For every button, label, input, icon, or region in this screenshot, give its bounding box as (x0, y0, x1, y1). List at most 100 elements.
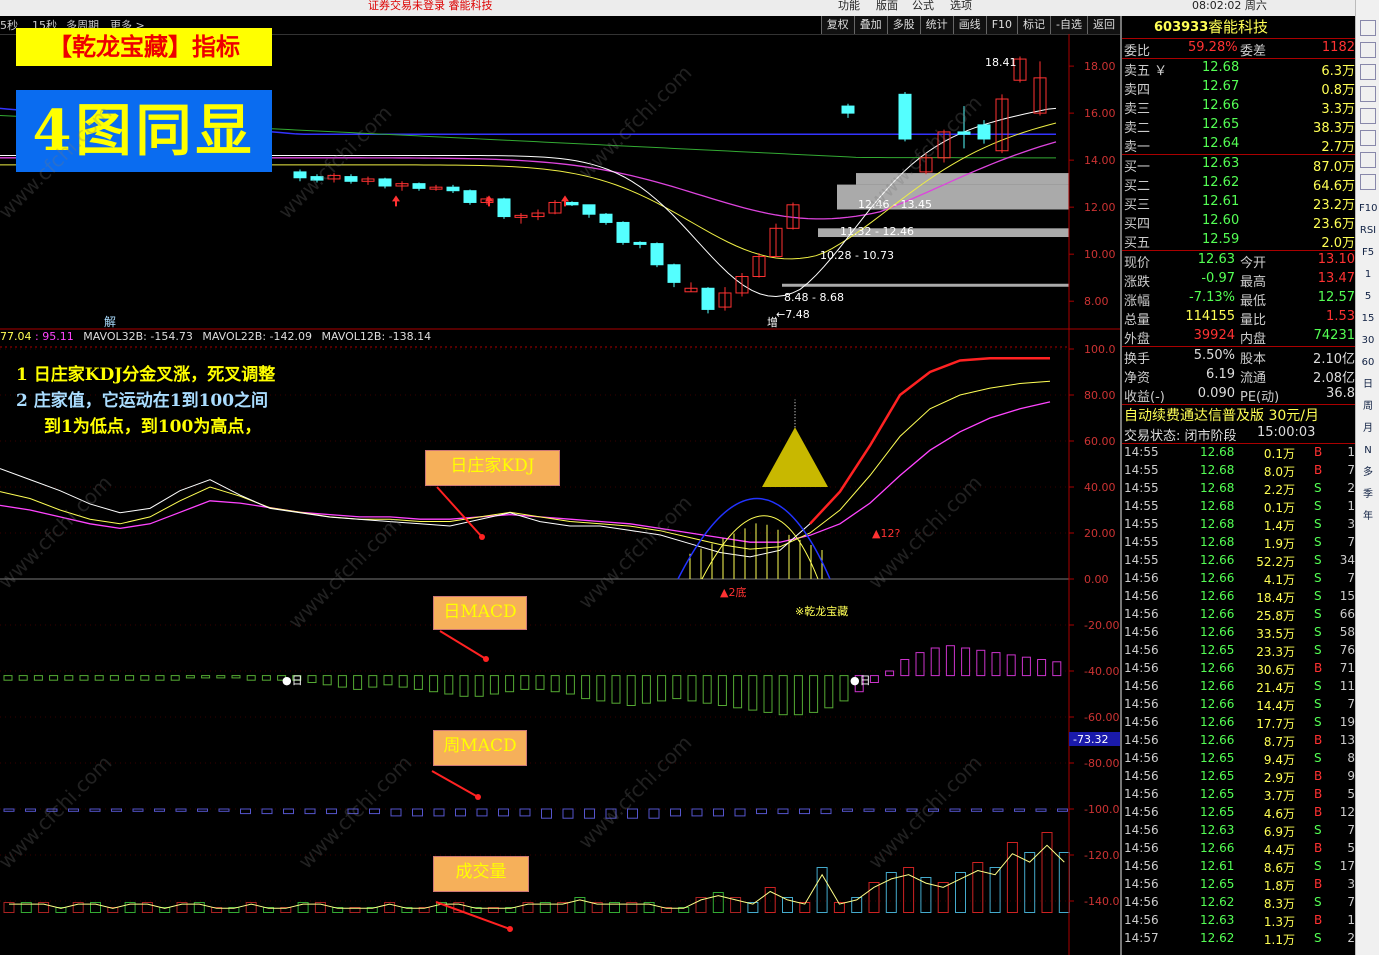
bid-row[interactable]: 买二 12.62 64.6万 (1122, 174, 1357, 194)
tick-row[interactable]: 14:56 12.66 17.7万 S 19 (1122, 714, 1357, 732)
quote-row[interactable]: 涨幅 -7.13% 最低 12.57 (1122, 289, 1357, 309)
side-tool-2[interactable]: F5 (1359, 244, 1377, 262)
tick-row[interactable]: 14:56 12.66 30.6万 B 71 (1122, 660, 1357, 678)
side-tool-9[interactable]: 周 (1359, 398, 1377, 416)
tick-row[interactable]: 14:56 12.66 18.4万 S 15 (1122, 588, 1357, 606)
side-tool-6[interactable]: 30 (1359, 332, 1377, 350)
tick-row[interactable]: 14:55 12.68 2.2万 S 2 (1122, 480, 1357, 498)
tool-overlay[interactable]: 叠加 (853, 16, 887, 34)
ask-row[interactable]: 卖五 ￥ 12.68 6.3万 (1122, 59, 1357, 79)
tick-row[interactable]: 14:56 12.66 8.7万 B 13 (1122, 732, 1357, 750)
side-tool-3[interactable]: 1 (1359, 266, 1377, 284)
tick-row[interactable]: 14:55 12.68 8.0万 B 7 (1122, 462, 1357, 480)
weekly-macd-bar (369, 808, 380, 815)
stock-chart[interactable]: 18.00 16.00 14.00 12.00 10.00 8.00 100.0 80.00 6… (0, 34, 1120, 955)
bid-row[interactable]: 买一 12.63 87.0万 (1122, 155, 1357, 175)
weekly-macd-bar (498, 808, 509, 817)
support-resistance-boxes (782, 173, 1069, 287)
menu-options[interactable]: 选项 (950, 0, 972, 13)
side-tool-13[interactable]: 季 (1359, 486, 1377, 504)
tool-remove-watchlist[interactable]: -自选 (1050, 16, 1087, 34)
tick-list[interactable]: 14:55 12.68 0.1万 B 1 14:55 12.68 8.0万 B 7 14:55 12.… (1122, 444, 1357, 948)
tick-row[interactable]: 14:55 12.68 1.9万 S 7 (1122, 534, 1357, 552)
fund-row[interactable]: 净资 6.19 流通 2.08亿 (1122, 366, 1357, 386)
quote-value: 39924 (1193, 328, 1235, 343)
side-tool-11[interactable]: N (1359, 442, 1377, 460)
quote-row[interactable]: 总量 114155 量比 1.53 (1122, 308, 1357, 328)
side-tool-10[interactable]: 月 (1359, 420, 1377, 438)
fund-row[interactable]: 收益(-) 0.090 PE(动) 36.8 (1122, 385, 1357, 405)
tool-restore-rights[interactable]: 复权 (820, 16, 854, 34)
side-tool-12[interactable]: 多 (1359, 464, 1377, 482)
ask-row[interactable]: 卖三 12.66 3.3万 (1122, 97, 1357, 117)
tick-row[interactable]: 14:56 12.63 1.3万 B 1 (1122, 912, 1357, 930)
tick-row[interactable]: 14:56 12.61 8.6万 S 17 (1122, 858, 1357, 876)
side-tool-icon[interactable] (1360, 20, 1376, 36)
ask-row[interactable]: 卖一 12.64 2.7万 (1122, 135, 1357, 155)
side-tool-icon[interactable] (1360, 108, 1376, 124)
quote-row[interactable]: 外盘 39924 内盘 74231 (1122, 327, 1357, 347)
tick-row[interactable]: 14:56 12.66 21.4万 S 11 (1122, 678, 1357, 696)
side-tool-icon[interactable] (1360, 174, 1376, 190)
tool-back[interactable]: 返回 (1087, 16, 1120, 34)
tool-statistics[interactable]: 统计 (919, 16, 953, 34)
side-tool-icon[interactable] (1360, 86, 1376, 102)
weekly-macd-bar (455, 808, 466, 817)
side-tool-5[interactable]: 15 (1359, 310, 1377, 328)
menu-function[interactable]: 功能 (838, 0, 860, 13)
tick-row[interactable]: 14:55 12.68 1.4万 S 3 (1122, 516, 1357, 534)
quote-row[interactable]: 现价 12.63 今开 13.10 (1122, 251, 1357, 271)
side-tool-0[interactable]: F10 (1359, 200, 1377, 218)
quote-row[interactable]: 涨跌 -0.97 最高 13.47 (1122, 270, 1357, 290)
tool-draw-line[interactable]: 画线 (952, 16, 986, 34)
ask-row[interactable]: 卖四 12.67 0.8万 (1122, 78, 1357, 98)
bid-price: 12.60 (1202, 213, 1240, 228)
side-tool-icon[interactable] (1360, 42, 1376, 58)
promo-link[interactable]: 自动续费通达信普及版 30元/月 (1122, 404, 1357, 424)
bid-row[interactable]: 买五 12.59 2.0万 (1122, 231, 1357, 251)
weekly-macd-bar (89, 808, 101, 812)
tick-row[interactable]: 14:56 12.62 8.3万 S 7 (1122, 894, 1357, 912)
ask-row[interactable]: 卖二 12.65 38.3万 (1122, 116, 1357, 136)
side-tool-14[interactable]: 年 (1359, 508, 1377, 526)
side-tool-icon[interactable] (1360, 64, 1376, 80)
menu-formula[interactable]: 公式 (912, 0, 934, 13)
tick-row[interactable]: 14:56 12.66 4.4万 B 5 (1122, 840, 1357, 858)
tick-row[interactable]: 14:56 12.66 25.8万 S 66 (1122, 606, 1357, 624)
tick-row[interactable]: 14:56 12.66 33.5万 S 58 (1122, 624, 1357, 642)
tool-f10[interactable]: F10 (985, 16, 1018, 34)
tool-mark[interactable]: 标记 (1017, 16, 1051, 34)
tick-row[interactable]: 14:57 12.62 1.1万 S 2 (1122, 930, 1357, 948)
daily-macd-bar (611, 675, 621, 704)
side-tool-7[interactable]: 60 (1359, 354, 1377, 372)
tick-side: B (1314, 841, 1323, 855)
tool-multi-stock[interactable]: 多股 (886, 16, 920, 34)
tick-row[interactable]: 14:55 12.68 0.1万 S 1 (1122, 498, 1357, 516)
tick-row[interactable]: 14:56 12.65 23.3万 S 76 (1122, 642, 1357, 660)
fund-row[interactable]: 换手 5.50% 股本 2.10亿 (1122, 347, 1357, 367)
tick-row[interactable]: 14:56 12.66 14.4万 S 7 (1122, 696, 1357, 714)
side-tool-8[interactable]: 日 (1359, 376, 1377, 394)
side-tool-icon[interactable] (1360, 130, 1376, 146)
tick-row[interactable]: 14:56 12.65 4.6万 B 12 (1122, 804, 1357, 822)
tick-row[interactable]: 14:55 12.68 0.1万 B 1 (1122, 444, 1357, 462)
promo-text[interactable]: 自动续费通达信普及版 30元/月 (1124, 405, 1319, 425)
tick-row[interactable]: 14:56 12.63 6.9万 S 7 (1122, 822, 1357, 840)
side-tool-1[interactable]: RSI (1359, 222, 1377, 240)
menu-layout[interactable]: 版面 (876, 0, 898, 13)
bid-row[interactable]: 买四 12.60 23.6万 (1122, 212, 1357, 232)
tick-count: 1 (1347, 913, 1355, 927)
tick-price: 12.65 (1200, 643, 1235, 657)
tick-row[interactable]: 14:56 12.66 4.1万 S 7 (1122, 570, 1357, 588)
bid-row[interactable]: 买三 12.61 23.2万 (1122, 193, 1357, 213)
tick-row[interactable]: 14:56 12.65 3.7万 B 5 (1122, 786, 1357, 804)
tick-row[interactable]: 14:55 12.66 52.2万 S 34 (1122, 552, 1357, 570)
tick-row[interactable]: 14:56 12.65 1.8万 B 3 (1122, 876, 1357, 894)
side-tool-icon[interactable] (1360, 152, 1376, 168)
tick-row[interactable]: 14:56 12.65 2.9万 B 9 (1122, 768, 1357, 786)
weekly-macd-bar (691, 808, 703, 817)
weekly-macd-bar (433, 808, 445, 817)
side-tool-4[interactable]: 5 (1359, 288, 1377, 306)
tick-volume: 30.6万 (1256, 663, 1295, 677)
tick-row[interactable]: 14:56 12.65 9.4万 S 8 (1122, 750, 1357, 768)
